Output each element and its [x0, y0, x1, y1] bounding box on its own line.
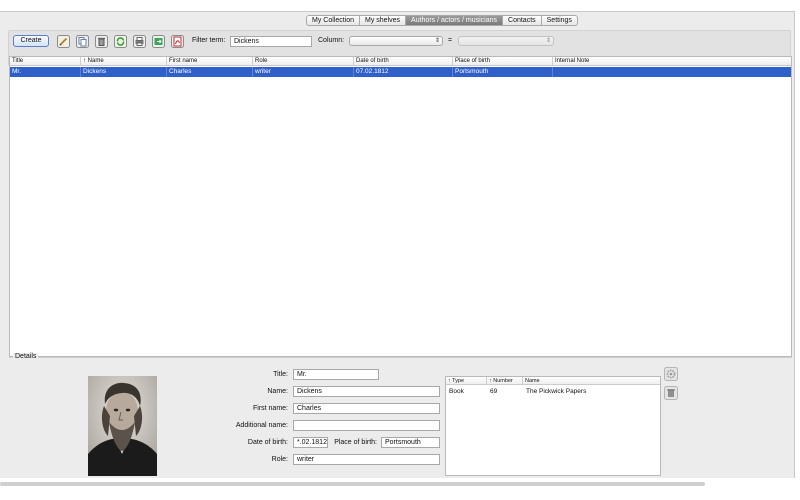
column-header-title[interactable]: Title [10, 57, 81, 66]
gear-icon[interactable] [664, 367, 678, 381]
role-label: Role: [271, 456, 288, 463]
works-table-header: ↑ Type ↑ Number Name [446, 377, 660, 385]
date-of-birth-field[interactable]: *.02.1812 [293, 437, 328, 448]
place-of-birth-field[interactable]: Portsmouth [381, 437, 440, 448]
title-field[interactable]: Mr. [293, 369, 379, 380]
work-number-cell[interactable]: 69 [487, 387, 497, 396]
filter-label: Filter term: [192, 37, 226, 44]
additional-name-label: Additional name: [235, 422, 288, 429]
chevron-updown-icon: ⇕ [434, 38, 440, 44]
column-header-work-name[interactable]: Name [523, 377, 658, 385]
details-title: Details [13, 353, 39, 360]
column-header-name[interactable]: ↑ Name [81, 57, 167, 66]
tab-settings[interactable]: Settings [541, 15, 578, 26]
app-window: My Collection My shelves Authors / actor… [0, 11, 795, 478]
column-header-number[interactable]: ↑ Number [487, 377, 523, 385]
print-icon[interactable] [132, 34, 147, 49]
date-of-birth-label: Date of birth: [247, 439, 288, 446]
column-select[interactable]: ⇕ [349, 36, 443, 46]
column-header-date-of-birth[interactable]: Date of birth [354, 57, 453, 66]
role-field[interactable]: writer [293, 454, 440, 465]
tab-contacts[interactable]: Contacts [503, 15, 542, 26]
place-of-birth-label: Place of birth: [334, 439, 377, 446]
column-header-place-of-birth[interactable]: Place of birth [453, 57, 553, 66]
cell-internal-note [553, 67, 791, 77]
cell-title: Mr. [10, 67, 81, 77]
cell-name: Dickens [81, 67, 167, 77]
pdf-icon[interactable] [170, 34, 185, 49]
delete-icon[interactable] [664, 386, 678, 400]
column-header-internal-note[interactable]: Internal Note [553, 57, 791, 66]
column-header-first-name[interactable]: First name [167, 57, 253, 66]
work-type-cell[interactable]: Book [446, 387, 464, 396]
edit-icon[interactable] [56, 34, 71, 49]
create-button[interactable]: Create [13, 35, 49, 47]
column-label: Column: [318, 37, 345, 44]
authors-table[interactable]: Title ↑ Name First name Role Date of bir… [9, 56, 792, 357]
tab-authors[interactable]: Authors / actors / musicians [406, 15, 504, 26]
column-header-role[interactable]: Role [253, 57, 354, 66]
copy-icon[interactable] [75, 34, 90, 49]
title-label: Title: [273, 371, 288, 378]
cell-role: writer [253, 67, 354, 77]
first-name-label: First name: [252, 405, 288, 412]
cell-first-name: Charles [167, 67, 253, 77]
table-row[interactable]: Mr. Dickens Charles writer 07.02.1812 Po… [10, 67, 791, 77]
first-name-field[interactable]: Charles [293, 403, 440, 414]
export-icon[interactable] [151, 34, 166, 49]
equals-label: = [448, 37, 453, 44]
value-select[interactable]: ⇕ [458, 36, 554, 46]
tab-bar: My Collection My shelves Authors / actor… [306, 15, 578, 26]
author-portrait [88, 376, 157, 476]
horizontal-scrollbar[interactable] [0, 482, 705, 486]
column-header-type[interactable]: ↑ Type [446, 377, 487, 385]
name-label: Name: [267, 388, 288, 395]
works-table[interactable]: ↑ Type ↑ Number Name Book 69 The Pickwic… [445, 376, 661, 476]
filter-input[interactable]: Dickens [230, 36, 312, 47]
additional-name-field[interactable] [293, 420, 440, 431]
name-field[interactable]: Dickens [293, 386, 440, 397]
cell-place-of-birth: Portsmouth [453, 67, 553, 77]
tab-my-shelves[interactable]: My shelves [360, 15, 407, 26]
chevron-updown-icon: ⇕ [545, 38, 551, 44]
tab-my-collection[interactable]: My Collection [306, 15, 361, 26]
trash-icon[interactable] [94, 34, 109, 49]
work-name-cell[interactable]: The Pickwick Papers [523, 387, 586, 396]
table-header: Title ↑ Name First name Role Date of bir… [10, 57, 791, 66]
refresh-icon[interactable] [113, 34, 128, 49]
cell-date-of-birth: 07.02.1812 [354, 67, 453, 77]
